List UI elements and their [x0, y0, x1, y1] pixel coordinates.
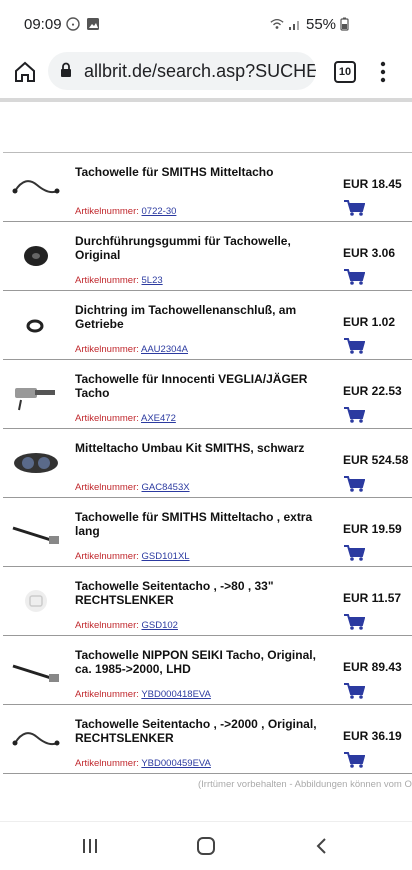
system-nav-bar	[0, 821, 412, 870]
product-row[interactable]: Tachowelle NIPPON SEIKI Tacho, Original,…	[3, 636, 412, 705]
product-image[interactable]	[11, 514, 61, 550]
url-text: allbrit.de/search.asp?SUCHE	[84, 61, 316, 81]
sku-link[interactable]: YBD000459EVA	[141, 758, 211, 769]
product-sku: Artikelnummer: AAU2304A	[75, 344, 188, 355]
product-row[interactable]: Durchführungsgummi für Tachowelle, Origi…	[3, 222, 412, 291]
home-icon[interactable]	[12, 59, 38, 85]
sku-label: Artikelnummer:	[75, 344, 139, 355]
sku-label: Artikelnummer:	[75, 758, 139, 769]
product-title[interactable]: Tachowelle für SMITHS Mitteltacho	[75, 165, 333, 179]
signal-icon	[289, 21, 299, 30]
product-title[interactable]: Dichtring im Tachowellenanschluß, am Get…	[75, 303, 333, 331]
product-row[interactable]: Tachowelle Seitentacho , ->2000 , Origin…	[3, 705, 412, 774]
product-price: EUR 18.45	[343, 177, 402, 191]
product-image[interactable]	[11, 238, 61, 274]
product-row[interactable]: Dichtring im Tachowellenanschluß, am Get…	[3, 291, 412, 360]
svg-text:●: ●	[71, 22, 74, 28]
product-image[interactable]	[11, 721, 61, 757]
tab-switcher-button[interactable]: 10	[334, 61, 356, 83]
product-image[interactable]	[11, 307, 61, 343]
sku-label: Artikelnummer:	[75, 620, 139, 631]
home-nav-icon[interactable]	[194, 834, 218, 858]
product-row[interactable]: Tachowelle für SMITHS Mitteltacho Artikel…	[3, 153, 412, 222]
browser-toolbar: allbrit.de/search.asp?SUCHE 10	[0, 52, 412, 100]
sku-link[interactable]: AXE472	[141, 413, 176, 424]
sku-label: Artikelnummer:	[75, 551, 139, 562]
overflow-menu-icon[interactable]	[378, 60, 388, 84]
add-to-cart-icon[interactable]	[343, 406, 366, 424]
sku-link[interactable]: YBD000418EVA	[141, 689, 211, 700]
product-title[interactable]: Tachowelle für Innocenti VEGLIA/JÄGER Ta…	[75, 372, 333, 400]
lock-icon	[61, 62, 71, 77]
status-bar: 09:09 ● 55%	[0, 0, 412, 52]
sku-link[interactable]: GSD101XL	[142, 551, 190, 562]
battery-level: 55%	[306, 16, 337, 33]
sku-link[interactable]: AAU2304A	[141, 344, 188, 355]
status-time: 09:09	[24, 16, 62, 33]
product-image[interactable]	[11, 652, 61, 688]
back-nav-icon[interactable]	[310, 834, 334, 858]
add-to-cart-icon[interactable]	[343, 268, 366, 286]
image-icon	[87, 18, 99, 30]
product-sku: Artikelnummer: GAC8453X	[75, 482, 190, 493]
toolbar-divider	[0, 98, 412, 102]
product-sku: Artikelnummer: GSD102	[75, 620, 178, 631]
product-row[interactable]: Tachowelle für SMITHS Mitteltacho , extr…	[3, 498, 412, 567]
product-list: Tachowelle für SMITHS Mitteltacho Artikel…	[3, 152, 412, 774]
product-sku: Artikelnummer: 0722-30	[75, 206, 176, 217]
add-to-cart-icon[interactable]	[343, 682, 366, 700]
product-price: EUR 22.53	[343, 384, 402, 398]
sku-label: Artikelnummer:	[75, 275, 139, 286]
wifi-icon	[270, 18, 284, 29]
sku-link[interactable]: GSD102	[142, 620, 178, 631]
sku-label: Artikelnummer:	[75, 206, 139, 217]
disclaimer-note: (Irrtümer vorbehalten - Abbildungen könn…	[198, 779, 412, 790]
product-image[interactable]	[11, 376, 61, 412]
product-sku: Artikelnummer: YBD000459EVA	[75, 758, 211, 769]
battery-icon	[340, 17, 349, 31]
add-to-cart-icon[interactable]	[343, 751, 366, 769]
sku-link[interactable]: 0722-30	[142, 206, 177, 217]
product-title[interactable]: Mitteltacho Umbau Kit SMITHS, schwarz	[75, 441, 333, 455]
recent-apps-icon[interactable]	[78, 834, 102, 858]
product-title[interactable]: Tachowelle NIPPON SEIKI Tacho, Original,…	[75, 648, 333, 676]
address-bar[interactable]: allbrit.de/search.asp?SUCHE	[48, 52, 316, 90]
product-row[interactable]: Tachowelle Seitentacho , ->80 , 33" RECH…	[3, 567, 412, 636]
product-price: EUR 89.43	[343, 660, 402, 674]
product-row[interactable]: Mitteltacho Umbau Kit SMITHS, schwarz Art…	[3, 429, 412, 498]
product-title[interactable]: Tachowelle für SMITHS Mitteltacho , extr…	[75, 510, 333, 538]
product-price: EUR 11.57	[343, 591, 402, 605]
product-image[interactable]	[11, 445, 61, 481]
product-price: EUR 3.06	[343, 246, 396, 260]
add-to-cart-icon[interactable]	[343, 475, 366, 493]
product-title[interactable]: Tachowelle Seitentacho , ->2000 , Origin…	[75, 717, 333, 745]
product-title[interactable]: Durchführungsgummi für Tachowelle, Origi…	[75, 234, 333, 262]
product-price: EUR 524.58	[343, 453, 409, 467]
product-sku: Artikelnummer: YBD000418EVA	[75, 689, 211, 700]
add-to-cart-icon[interactable]	[343, 544, 366, 562]
sku-link[interactable]: GAC8453X	[142, 482, 190, 493]
notification-icon: ●	[66, 17, 80, 31]
product-price: EUR 36.19	[343, 729, 402, 743]
product-image[interactable]	[11, 583, 61, 619]
sku-label: Artikelnummer:	[75, 482, 139, 493]
sku-link[interactable]: 5L23	[142, 275, 163, 286]
sku-label: Artikelnummer:	[75, 689, 139, 700]
add-to-cart-icon[interactable]	[343, 199, 366, 217]
add-to-cart-icon[interactable]	[343, 337, 366, 355]
product-image[interactable]	[11, 169, 61, 205]
product-sku: Artikelnummer: GSD101XL	[75, 551, 190, 562]
product-row[interactable]: Tachowelle für Innocenti VEGLIA/JÄGER Ta…	[3, 360, 412, 429]
product-price: EUR 19.59	[343, 522, 402, 536]
sku-label: Artikelnummer:	[75, 413, 139, 424]
product-title[interactable]: Tachowelle Seitentacho , ->80 , 33" RECH…	[75, 579, 333, 607]
product-price: EUR 1.02	[343, 315, 396, 329]
product-sku: Artikelnummer: AXE472	[75, 413, 176, 424]
product-sku: Artikelnummer: 5L23	[75, 275, 163, 286]
add-to-cart-icon[interactable]	[343, 613, 366, 631]
